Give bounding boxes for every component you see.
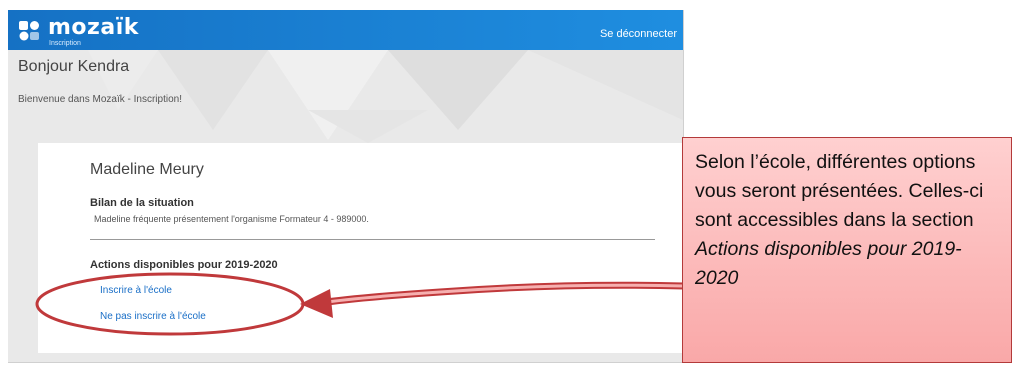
situation-text: Madeline fréquente présentement l'organi… bbox=[94, 214, 369, 224]
student-card: Madeline Meury Bilan de la situation Mad… bbox=[38, 143, 683, 353]
welcome-text: Bienvenue dans Mozaïk - Inscription! bbox=[18, 94, 182, 105]
actions-title: Actions disponibles pour 2019-2020 bbox=[90, 259, 278, 271]
situation-title: Bilan de la situation bbox=[90, 197, 194, 209]
enroll-school-link[interactable]: Inscrire à l'école bbox=[100, 285, 172, 296]
logo-subtitle: Inscription bbox=[49, 40, 81, 47]
logo-text: mozaïk bbox=[48, 15, 139, 40]
logout-link[interactable]: Se déconnecter bbox=[600, 28, 677, 40]
callout-text-italic: Actions disponibles pour 2019-2020 bbox=[695, 238, 962, 289]
annotation-callout: Selon l’école, différentes options vous … bbox=[682, 137, 1012, 363]
top-bar: mozaïk Inscription Se déconnecter bbox=[8, 10, 683, 50]
divider bbox=[90, 239, 655, 240]
app-screen: mozaïk Inscription Se déconnecter Bonjou… bbox=[8, 10, 684, 363]
mozaik-logo-icon bbox=[19, 21, 39, 41]
callout-text: Selon l’école, différentes options vous … bbox=[695, 151, 984, 231]
do-not-enroll-link[interactable]: Ne pas inscrire à l'école bbox=[100, 311, 206, 322]
mozaik-logo[interactable]: mozaïk Inscription bbox=[18, 15, 148, 47]
greeting-heading: Bonjour Kendra bbox=[18, 58, 130, 75]
student-name: Madeline Meury bbox=[90, 161, 204, 178]
